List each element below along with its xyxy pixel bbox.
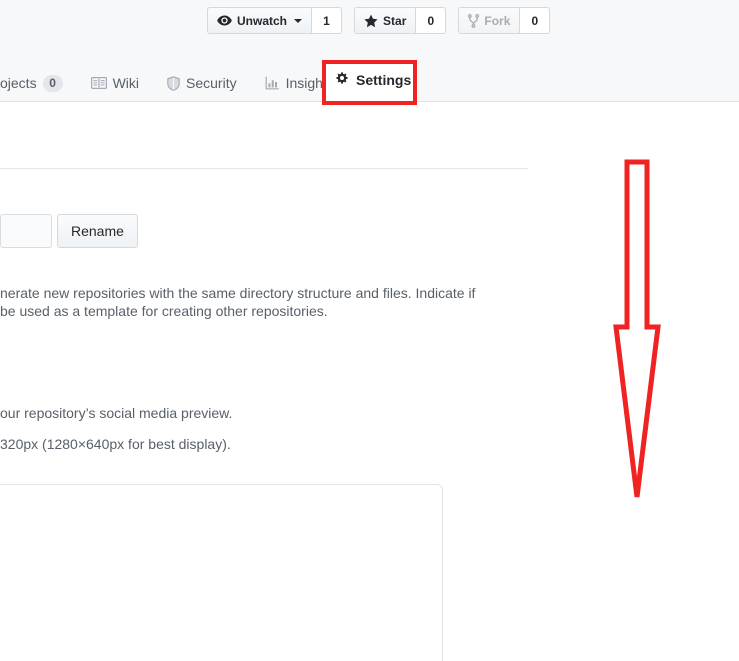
chevron-down-icon [294, 18, 303, 23]
star-button[interactable]: Star [354, 7, 417, 34]
red-down-arrow-annotation [600, 150, 680, 510]
fork-button-group[interactable]: Fork 0 [458, 7, 551, 34]
unwatch-label: Unwatch [237, 13, 288, 28]
repository-name-row: Rename [0, 214, 138, 248]
social-desc-line-2: 320px (1280×640px for best display). [0, 436, 231, 452]
nav-tab-projects-label: ojects [0, 75, 37, 91]
nav-tab-projects-counter: 0 [42, 74, 63, 92]
template-desc-line-1: nerate new repositories with the same di… [0, 285, 476, 301]
shield-icon [167, 75, 180, 91]
watch-count[interactable]: 1 [312, 7, 343, 34]
social-desc-line-1: our repository’s social media preview. [0, 405, 233, 421]
book-icon [90, 76, 107, 90]
star-button-group[interactable]: Star 0 [354, 7, 447, 34]
star-count[interactable]: 0 [416, 7, 447, 34]
star-label: Star [383, 13, 407, 28]
unwatch-button[interactable]: Unwatch [207, 7, 313, 34]
nav-tab-settings[interactable]: Settings [334, 71, 411, 89]
social-preview-description: our repository’s social media preview. 3… [0, 404, 420, 453]
gear-icon [334, 71, 349, 89]
fork-icon [468, 13, 480, 28]
nav-tab-security-label: Security [186, 75, 237, 91]
section-divider [0, 168, 528, 169]
repo-nav-tabs: ojects 0 Wiki Security Insights [0, 64, 348, 102]
star-icon [364, 14, 378, 28]
rename-button[interactable]: Rename [57, 214, 138, 248]
social-preview-dropzone[interactable] [0, 484, 443, 661]
nav-tab-wiki-label: Wiki [112, 75, 140, 91]
nav-tab-wiki[interactable]: Wiki [77, 64, 153, 102]
repo-action-buttons: Unwatch 1 Star 0 Fork 0 [207, 7, 551, 34]
nav-tab-projects[interactable]: ojects 0 [0, 64, 77, 102]
eye-icon [217, 15, 232, 26]
fork-count[interactable]: 0 [520, 7, 551, 34]
nav-tab-settings-label: Settings [356, 72, 412, 88]
template-desc-line-2: be used as a template for creating other… [0, 303, 328, 319]
nav-tab-security[interactable]: Security [153, 64, 251, 102]
template-repository-description: nerate new repositories with the same di… [0, 284, 476, 320]
repository-name-input[interactable] [0, 214, 52, 248]
repo-header-strip: Unwatch 1 Star 0 Fork 0 ojects 0 Wiki Se… [0, 0, 739, 105]
graph-icon [265, 76, 280, 90]
fork-label: Fork [484, 13, 511, 28]
fork-button[interactable]: Fork [458, 7, 521, 34]
watch-button-group[interactable]: Unwatch 1 [207, 7, 343, 34]
